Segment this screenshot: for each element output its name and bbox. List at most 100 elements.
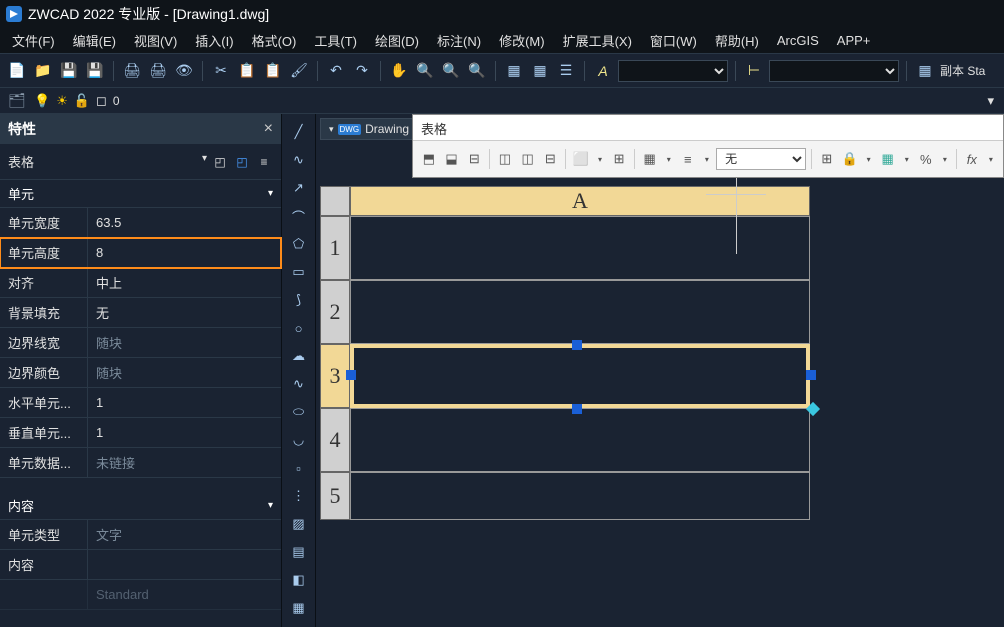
new-icon[interactable]: 📄	[6, 60, 28, 82]
prop-cell-width[interactable]: 单元宽度 63.5	[0, 208, 281, 238]
delete-col-icon[interactable]: ⊟	[540, 148, 560, 170]
document-tab[interactable]: ▾ DWG Drawing	[320, 118, 418, 140]
merge-icon[interactable]: ⬜	[571, 148, 591, 170]
prop-vert-cell[interactable]: 垂直单元... 1	[0, 418, 281, 448]
grid-icon[interactable]: ▦	[503, 60, 525, 82]
layer-dropdown-icon[interactable]: ▾	[987, 93, 994, 109]
undo-icon[interactable]: ↶	[325, 60, 347, 82]
polygon-icon[interactable]: ⬠	[287, 232, 311, 256]
saveall-icon[interactable]: 💾	[84, 60, 106, 82]
sheet-corner[interactable]	[320, 186, 350, 216]
prop-value[interactable]: 中上	[88, 273, 281, 292]
print-icon[interactable]: 🖨	[121, 60, 143, 82]
border-dd-icon[interactable]: ▾	[663, 148, 675, 170]
canvas-content[interactable]: A 1 2 3 4 5	[316, 144, 1004, 627]
table-draw-icon[interactable]: ▦	[287, 596, 311, 620]
fx-dd-icon[interactable]: ▾	[985, 148, 997, 170]
arc2-icon[interactable]: ⟆	[287, 288, 311, 312]
filter-icon[interactable]: ≡	[255, 153, 273, 171]
pan-icon[interactable]: ✋	[388, 60, 410, 82]
prop-border-width[interactable]: 边界线宽 随块	[0, 328, 281, 358]
ellipse-arc-icon[interactable]: ◡	[287, 428, 311, 452]
region-icon[interactable]: ◧	[287, 568, 311, 592]
prop-value[interactable]: 未链接	[88, 453, 281, 472]
cell-a2[interactable]	[350, 280, 810, 344]
layer-bulb-icon[interactable]: 💡	[34, 93, 50, 109]
annot-icon[interactable]: ▦	[914, 60, 936, 82]
insert-row-below-icon[interactable]: ⬓	[442, 148, 462, 170]
row-header-5[interactable]: 5	[320, 472, 350, 520]
fill-combo[interactable]: 无	[716, 148, 806, 170]
canvas[interactable]: ▾ DWG Drawing 表格 ⬒ ⬓ ⊟ ◫ ◫ ⊟ ⬜ ▾ ⊞ ▦ ▾	[316, 114, 1004, 627]
layer-color-icon[interactable]: ◻	[96, 93, 107, 109]
cut-icon[interactable]: ✂	[210, 60, 232, 82]
open-icon[interactable]: 📁	[32, 60, 54, 82]
dropdown-icon[interactable]: ▾	[202, 153, 207, 171]
gradient-icon[interactable]: ▤	[287, 540, 311, 564]
point-icon[interactable]: ⋮	[287, 484, 311, 508]
align-dd-icon[interactable]: ▾	[701, 148, 713, 170]
menu-view[interactable]: 视图(V)	[126, 28, 185, 53]
row-header-2[interactable]: 2	[320, 280, 350, 344]
fx-icon[interactable]: fx	[962, 148, 982, 170]
zoom-prev-icon[interactable]: 🔍	[466, 60, 488, 82]
properties-close-icon[interactable]: ×	[264, 120, 273, 138]
layer-combo[interactable]	[618, 60, 728, 82]
lock-dd-icon[interactable]: ▾	[862, 148, 874, 170]
merge-dd-icon[interactable]: ▾	[594, 148, 606, 170]
prop-horiz-cell[interactable]: 水平单元... 1	[0, 388, 281, 418]
delete-row-icon[interactable]: ⊟	[464, 148, 484, 170]
match-icon[interactable]: 🖌	[288, 60, 310, 82]
hatch-icon[interactable]: ▨	[287, 512, 311, 536]
prop-value[interactable]: 8	[88, 245, 281, 260]
prop-standard[interactable]: Standard	[0, 580, 281, 610]
cloud-icon[interactable]: ☁	[287, 344, 311, 368]
polyline-icon[interactable]: ∿	[287, 148, 311, 172]
percent-icon[interactable]: %	[916, 148, 936, 170]
prop-value[interactable]: 随块	[88, 363, 281, 382]
prop-value[interactable]: 无	[88, 303, 281, 322]
cell-a1[interactable]	[350, 216, 810, 280]
prop-value[interactable]: 1	[88, 425, 281, 440]
row-header-4[interactable]: 4	[320, 408, 350, 472]
tab-dropdown-icon[interactable]: ▾	[329, 124, 334, 135]
row-header-1[interactable]: 1	[320, 216, 350, 280]
menu-help[interactable]: 帮助(H)	[707, 28, 767, 53]
col-header-a[interactable]: A	[350, 186, 810, 216]
border-icon[interactable]: ▦	[640, 148, 660, 170]
table-icon[interactable]: ▦	[529, 60, 551, 82]
line-icon[interactable]: ╱	[287, 120, 311, 144]
dimstyle-icon[interactable]: ⊢	[743, 60, 765, 82]
lock-icon[interactable]: 🔒	[840, 148, 860, 170]
menu-annotate[interactable]: 标注(N)	[429, 28, 489, 53]
grip-nw[interactable]	[346, 370, 356, 380]
rect-icon[interactable]: ▭	[287, 260, 311, 284]
zoom-window-icon[interactable]: 🔍	[440, 60, 462, 82]
section-unit-header[interactable]: 单元 ▾	[0, 180, 281, 208]
menu-insert[interactable]: 插入(I)	[187, 28, 241, 53]
grip-ne[interactable]	[806, 370, 816, 380]
menu-app[interactable]: APP+	[829, 30, 879, 51]
unmerge-icon[interactable]: ⊞	[609, 148, 629, 170]
insert-col-right-icon[interactable]: ◫	[518, 148, 538, 170]
prop-cell-type[interactable]: 单元类型 文字	[0, 520, 281, 550]
prop-align[interactable]: 对齐 中上	[0, 268, 281, 298]
block-icon[interactable]: ▫	[287, 456, 311, 480]
menu-edit[interactable]: 编辑(E)	[65, 28, 124, 53]
prop-value[interactable]: Standard	[88, 587, 281, 602]
textstyle-icon[interactable]: A	[592, 60, 614, 82]
copy-icon[interactable]: 📋	[236, 60, 258, 82]
prop-content[interactable]: 内容	[0, 550, 281, 580]
prop-border-color[interactable]: 边界颜色 随块	[0, 358, 281, 388]
select-icon[interactable]: ◰	[211, 153, 229, 171]
menu-tools[interactable]: 工具(T)	[306, 28, 365, 53]
props-icon[interactable]: ☰	[555, 60, 577, 82]
insert-col-left-icon[interactable]: ◫	[495, 148, 515, 170]
menu-draw[interactable]: 绘图(D)	[367, 28, 427, 53]
zoom-icon[interactable]: 🔍	[414, 60, 436, 82]
menu-window[interactable]: 窗口(W)	[642, 28, 705, 53]
spline-icon[interactable]: ∿	[287, 372, 311, 396]
layer-lock-icon[interactable]: 🔓	[74, 93, 90, 109]
plot-icon[interactable]: 🖨	[147, 60, 169, 82]
layer-manager-icon[interactable]: 🗂	[6, 90, 28, 112]
